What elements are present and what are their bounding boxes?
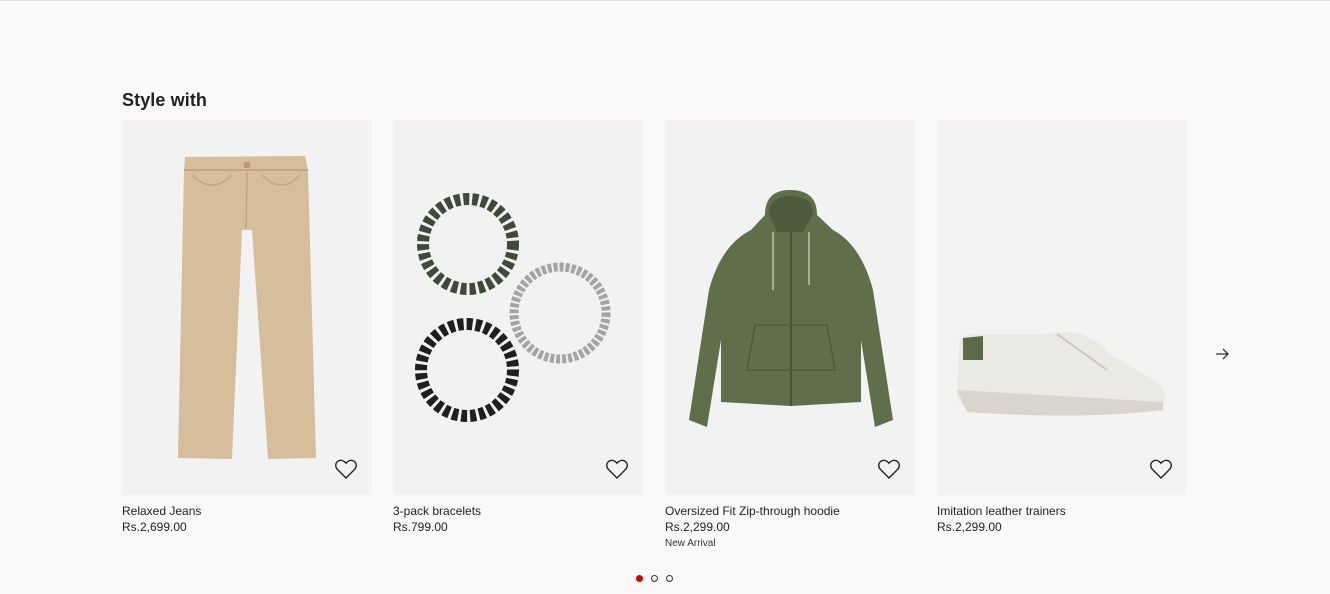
product-card[interactable]: Imitation leather trainers Rs.2,299.00 [937,120,1187,535]
product-image[interactable] [937,120,1187,495]
product-image[interactable] [122,120,372,495]
jeans-image [178,156,316,459]
top-divider [0,0,1330,1]
hoodie-image [689,190,893,427]
product-image[interactable] [665,120,915,495]
section-title: Style with [122,90,208,110]
pagination-dot-2[interactable] [651,575,658,582]
trainer-image [956,331,1165,416]
product-card[interactable]: Relaxed Jeans Rs.2,699.00 [122,120,372,535]
product-card[interactable]: Oversized Fit Zip-through hoodie Rs.2,29… [665,120,915,550]
product-price: Rs.799.00 [393,520,448,534]
product-price: Rs.2,699.00 [122,520,187,534]
product-image[interactable] [393,120,643,495]
arrow-right-icon[interactable] [1211,344,1235,364]
bracelets-image [415,193,611,422]
pagination-dot-3[interactable] [666,575,673,582]
product-card[interactable]: 3-pack bracelets Rs.799.00 [393,120,643,535]
heart-icon[interactable] [1149,457,1173,481]
carousel-pagination [636,575,673,583]
new-arrival-badge: New Arrival [665,538,716,549]
product-name[interactable]: Relaxed Jeans [122,504,372,519]
heart-icon[interactable] [877,457,901,481]
product-price: Rs.2,299.00 [937,520,1002,534]
product-name[interactable]: Imitation leather trainers [937,504,1187,519]
pagination-dot-1[interactable] [636,575,643,582]
product-price: Rs.2,299.00 [665,520,730,534]
heart-icon[interactable] [334,457,358,481]
product-name[interactable]: Oversized Fit Zip-through hoodie [665,504,915,519]
heart-icon[interactable] [605,457,629,481]
product-name[interactable]: 3-pack bracelets [393,504,643,519]
